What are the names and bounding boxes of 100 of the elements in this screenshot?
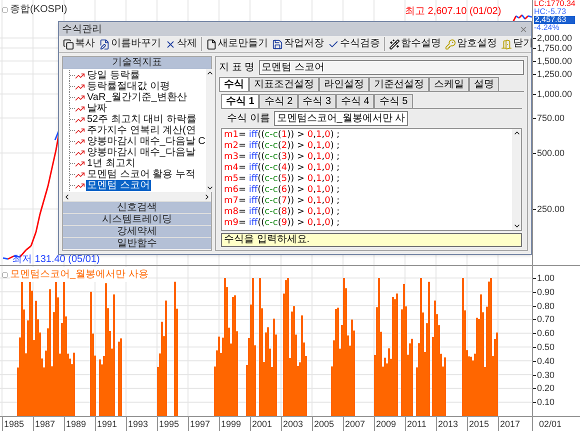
close-icon bbox=[165, 38, 176, 50]
indicator-list-item[interactable]: 양봉마감시 매수_다음날 C bbox=[86, 136, 206, 147]
tab[interactable]: 수식 bbox=[219, 77, 249, 91]
axis-tick-label: 0.10 bbox=[537, 398, 555, 408]
formula-tab[interactable]: 수식 3 bbox=[298, 94, 336, 108]
indicator-list-item[interactable]: 주가지수 연복리 계산(연 bbox=[86, 125, 197, 136]
chevron-up-icon[interactable] bbox=[512, 129, 520, 137]
file-edit-icon bbox=[99, 38, 110, 50]
axis-tick-label: 1987 bbox=[33, 417, 64, 431]
axis-tick-label: 0.70 bbox=[537, 315, 555, 324]
indicator-list-item[interactable]: 모멘텀 스코어 bbox=[86, 180, 151, 191]
axis-tick-label: 1993 bbox=[126, 417, 157, 431]
tab[interactable]: 지표조건설정 bbox=[249, 77, 319, 91]
toolbar-button[interactable]: 수식검증 bbox=[326, 37, 382, 51]
tab[interactable]: 설명 bbox=[469, 77, 499, 91]
axis-tick-label: 1,250.00 bbox=[537, 70, 572, 79]
current-price-label: 2,457.63 bbox=[534, 16, 576, 24]
axis-tick-label: 2013 bbox=[436, 417, 467, 431]
formula-tab[interactable]: 수식 2 bbox=[259, 94, 298, 108]
code-line: m6= iff((c-c(6)) > 0,1,0) ; bbox=[224, 185, 341, 196]
axis-tick-label: 2009 bbox=[374, 417, 405, 431]
axis-tick-label: 750.00 bbox=[537, 114, 565, 123]
chart-line-icon bbox=[75, 136, 85, 146]
price-stat-label: LC:1770.34 bbox=[534, 0, 576, 8]
door-icon bbox=[501, 38, 512, 50]
axis-tick-label: 1,750.00 bbox=[537, 44, 572, 53]
axis-tick-label: 0.90 bbox=[537, 288, 555, 297]
formula-tab[interactable]: 수식 1 bbox=[221, 94, 260, 108]
toolbar-button[interactable]: 복사 bbox=[61, 37, 97, 51]
vertical-scrollbar[interactable] bbox=[206, 69, 214, 192]
axis-tick-label: 0.60 bbox=[537, 329, 555, 338]
tab[interactable]: 스케일 bbox=[429, 77, 469, 91]
axis-tick-label: 250.00 bbox=[537, 205, 565, 214]
toolbar-button[interactable]: 작업저장 bbox=[270, 37, 326, 51]
code-line: m1= iff((c-c(1)) > 0,1,0) ; bbox=[224, 130, 341, 141]
close-icon[interactable] bbox=[519, 24, 528, 34]
toolbar-button[interactable]: 암호설정 bbox=[443, 37, 499, 51]
sidebar-header: 기술적지표 bbox=[63, 57, 211, 69]
dialog-title: 수식관리 bbox=[62, 22, 102, 36]
code-line: m2= iff((c-c(2)) > 0,1,0) ; bbox=[224, 141, 341, 152]
chart-line-icon bbox=[75, 180, 85, 190]
category-button[interactable]: 강세약세 bbox=[63, 225, 211, 237]
category-button[interactable]: 시스템트레이딩 bbox=[63, 213, 211, 225]
cursor-date-label: 02/01 bbox=[538, 418, 562, 431]
chevron-down-icon[interactable] bbox=[512, 222, 520, 230]
chart-line-icon bbox=[75, 148, 85, 158]
code-line: m9= iff((c-c(9)) > 0,1,0) ; bbox=[224, 218, 341, 229]
axis-tick-label: 1,500.00 bbox=[537, 57, 572, 66]
toolbar-button[interactable]: 새로만들기 bbox=[204, 37, 270, 51]
indicator-list-item[interactable]: 양봉마감시 매수_다음날 bbox=[86, 147, 196, 158]
check-icon bbox=[328, 38, 339, 50]
axis-tick-label: 0.20 bbox=[537, 384, 555, 394]
indicator-title: 모멘텀스코어_월봉에서만 사용 bbox=[10, 267, 148, 282]
horizontal-scrollbar[interactable] bbox=[63, 192, 211, 201]
indicator-list-item[interactable]: 52주 최고치 대비 하락률 bbox=[86, 114, 198, 125]
toolbar-button[interactable]: 닫기 bbox=[499, 37, 535, 51]
tab[interactable]: 기준선설정 bbox=[369, 77, 429, 91]
axis-tick-label: 0.30 bbox=[537, 370, 555, 380]
indicator-list-item[interactable]: VaR_월간기준_변환산 bbox=[86, 92, 188, 103]
key-icon bbox=[445, 38, 456, 50]
formula-tab[interactable]: 수식 5 bbox=[374, 94, 413, 108]
axis-tick-label: 0.80 bbox=[537, 302, 555, 311]
axis-tick-label: 1.00 bbox=[537, 274, 555, 283]
axis-tick-label: 0.40 bbox=[537, 356, 555, 366]
toolbar-button[interactable]: 함수설명 bbox=[387, 37, 443, 51]
chart-line-icon bbox=[75, 82, 85, 92]
axis-tick-label: 2003 bbox=[281, 417, 312, 431]
category-button[interactable]: 일반함수 bbox=[63, 237, 211, 249]
formula-name-field[interactable]: 모멘텀스코어_월봉에서만 사 bbox=[274, 111, 408, 126]
category-button[interactable]: 신호검색 bbox=[63, 201, 211, 213]
indicator-list-item[interactable]: 모멘텀 스코어 활용 누적 bbox=[86, 169, 196, 180]
chart-line-icon bbox=[75, 92, 85, 102]
field-label: 수식 이름 bbox=[227, 112, 270, 126]
tab[interactable]: 라인설정 bbox=[319, 77, 369, 91]
axis-tick-label: 1,000.00 bbox=[537, 90, 572, 99]
axis-tick-label: 500.00 bbox=[537, 149, 565, 158]
code-line: m4= iff((c-c(4)) > 0,1,0) ; bbox=[224, 163, 341, 174]
indicator-list-item[interactable]: 등락률절대값 이평 bbox=[86, 81, 171, 92]
chevron-right-icon[interactable] bbox=[203, 192, 211, 200]
panel-toggle-icon[interactable] bbox=[2, 6, 8, 12]
toolbar-button[interactable]: 삭제 bbox=[163, 37, 199, 51]
toolbar-button[interactable]: 이름바꾸기 bbox=[97, 37, 163, 51]
chevron-up-icon[interactable] bbox=[206, 69, 214, 77]
chevron-down-icon[interactable] bbox=[206, 184, 214, 192]
axis-tick-label: 2005 bbox=[312, 417, 343, 431]
indicator-list-item[interactable]: 1년 최고치 bbox=[86, 158, 136, 169]
indicator-list-item[interactable]: 당일 등락률 bbox=[86, 70, 141, 81]
chart-line-icon bbox=[75, 114, 85, 124]
chart-line-icon bbox=[75, 70, 85, 80]
wand-icon bbox=[389, 38, 400, 50]
panel-toggle-icon[interactable] bbox=[2, 272, 8, 278]
indicator-list-item[interactable]: 날짜 bbox=[86, 103, 108, 114]
indicator-name-field[interactable]: 모멘텀 스코어 bbox=[258, 60, 524, 75]
save-icon bbox=[272, 38, 283, 50]
chevron-left-icon[interactable] bbox=[63, 192, 71, 200]
axis-tick-label: 1985 bbox=[2, 417, 33, 431]
chart-title: 종합(KOSPI) bbox=[10, 3, 68, 17]
formula-tab[interactable]: 수식 4 bbox=[336, 94, 374, 108]
vertical-scrollbar[interactable] bbox=[512, 129, 521, 230]
copy-icon bbox=[63, 38, 74, 50]
